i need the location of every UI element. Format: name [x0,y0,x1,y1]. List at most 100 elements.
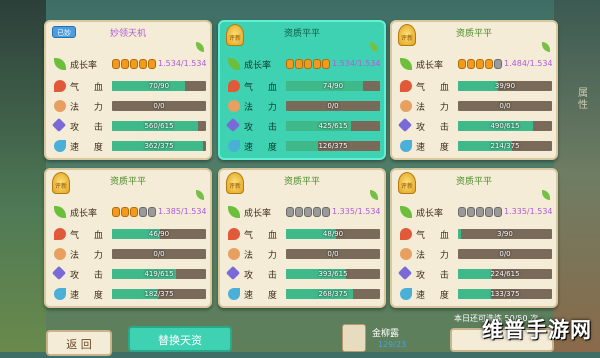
mp-label: 法 力 [70,251,109,261]
growth-row: 成长率 1.335/1.534 [228,204,381,220]
hp-label: 气 血 [70,231,109,241]
growth-pill [494,207,502,217]
growth-row: 成长率 1.534/1.534 [228,56,381,72]
spd-row: 速 度 214/375 [400,138,552,154]
spd-row: 速 度 362/375 [54,138,206,154]
hp-icon [54,80,66,92]
growth-pill [304,207,312,217]
growth-row: 成长率 1.335/1.534 [400,204,553,220]
growth-icon [400,58,412,70]
hp-bar: 39/90 [458,81,552,91]
growth-pill [139,207,147,217]
pet-card[interactable]: 评新 资质平平 成长率 1.534/1.534 气 血 74/90 法 力 0/0… [218,20,386,160]
spd-label: 速 度 [244,143,283,153]
hp-row: 气 血 74/90 [228,78,380,94]
hp-icon [228,80,240,92]
mp-value: 0/0 [499,102,511,110]
hp-row: 气 血 46/90 [54,226,206,242]
growth-pill [295,207,303,217]
growth-pill [148,207,156,217]
card-title: 妙领天机 [109,29,146,39]
spd-bar: 362/375 [112,141,206,151]
hp-icon [228,228,240,240]
atk-icon [225,117,241,133]
spd-row: 速 度 182/375 [54,286,206,302]
hp-bar: 46/90 [112,229,206,239]
spd-icon [54,288,66,300]
atk-label: 攻 击 [244,123,283,133]
atk-bar: 224/615 [458,269,552,279]
atk-row: 攻 击 419/615 [51,265,206,282]
atk-row: 攻 击 490/615 [397,117,552,134]
pet-card[interactable]: 评新 资质平平 成长率 1.484/1.534 气 血 39/90 法 力 0/0… [390,20,558,160]
hp-value: 48/90 [322,230,344,238]
golden-willow-dew-item[interactable] [342,324,366,352]
mp-bar: 0/0 [286,101,380,111]
growth-label: 成长率 [244,61,272,71]
spd-bar: 182/375 [112,289,206,299]
growth-value: 1.534/1.534 [332,59,381,68]
background-attribute-tab: 属 性 [578,88,588,111]
spd-value: 362/375 [144,142,174,150]
mp-row: 法 力 0/0 [228,246,380,262]
hp-row: 气 血 39/90 [400,78,552,94]
swap-talent-button[interactable]: 替换天资 [128,326,232,352]
leaf-icon [542,190,550,200]
atk-value: 425/615 [318,122,348,130]
mp-icon [228,100,240,112]
growth-pill [322,207,330,217]
pet-card[interactable]: 评新 资质平平 成长率 1.385/1.534 气 血 46/90 法 力 0/0… [44,168,212,308]
spd-icon [228,288,240,300]
growth-label: 成长率 [416,61,444,71]
spd-bar: 133/375 [458,289,552,299]
mp-label: 法 力 [70,103,109,113]
mp-label: 法 力 [416,103,455,113]
mp-bar: 0/0 [286,249,380,259]
mp-bar: 0/0 [458,101,552,111]
mp-bar: 0/0 [112,249,206,259]
mp-label: 法 力 [416,251,455,261]
mp-value: 0/0 [327,250,339,258]
growth-pill [304,59,312,69]
pet-card[interactable]: 评新 资质平平 成长率 1.335/1.534 气 血 3/90 法 力 0/0 … [390,168,558,308]
growth-value: 1.385/1.534 [158,207,207,216]
mp-icon [228,248,240,260]
atk-row: 攻 击 425/615 [225,117,380,134]
spd-row: 速 度 268/375 [228,286,380,302]
back-button[interactable]: 返 回 [46,330,112,356]
growth-pill [139,59,147,69]
hp-value: 74/90 [322,82,344,90]
growth-pills [112,207,156,217]
growth-label: 成长率 [244,209,272,219]
growth-pill [130,59,138,69]
leaf-icon [370,42,378,52]
hp-row: 气 血 48/90 [228,226,380,242]
atk-label: 攻 击 [416,271,455,281]
growth-value: 1.484/1.534 [504,59,553,68]
mp-bar: 0/0 [458,249,552,259]
atk-icon [225,265,241,281]
hp-icon [400,228,412,240]
pet-card[interactable]: 评新 资质平平 成长率 1.335/1.534 气 血 48/90 法 力 0/0… [218,168,386,308]
hp-label: 气 血 [244,83,283,93]
spd-row: 速 度 133/375 [400,286,552,302]
pet-card[interactable]: 已妙 妙领天机 成长率 1.534/1.534 气 血 70/90 法 力 0/0… [44,20,212,160]
hp-bar: 74/90 [286,81,380,91]
atk-value: 224/615 [490,270,520,278]
growth-pills [112,59,156,69]
hp-label: 气 血 [416,83,455,93]
hp-icon [400,80,412,92]
growth-pills [458,59,502,69]
atk-row: 攻 击 224/615 [397,265,552,282]
atk-bar: 560/615 [112,121,206,131]
site-watermark: 维普手游网 [482,318,592,342]
mp-value: 0/0 [499,250,511,258]
spd-icon [400,140,412,152]
growth-pill [476,207,484,217]
atk-label: 攻 击 [70,123,109,133]
spd-label: 速 度 [416,143,455,153]
spd-bar: 268/375 [286,289,380,299]
spd-value: 182/375 [144,290,174,298]
growth-pill [112,207,120,217]
item-count: 129/23 [378,340,407,349]
